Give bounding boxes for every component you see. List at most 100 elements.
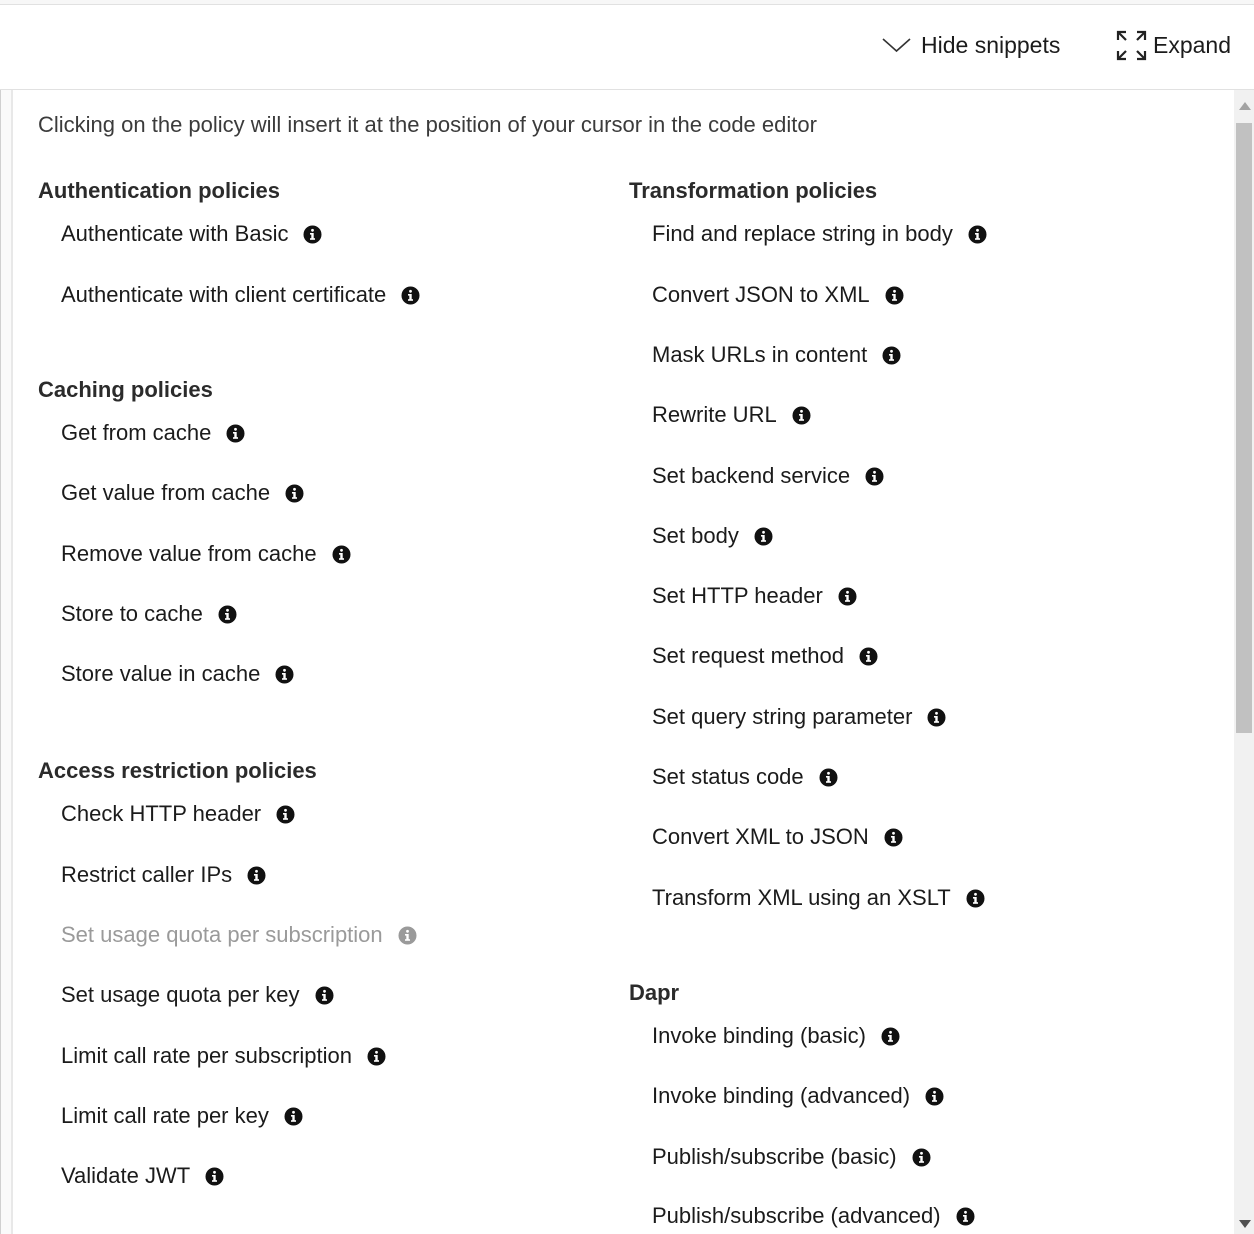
snippet-label: Remove value from cache: [61, 541, 317, 566]
info-icon[interactable]: [956, 1207, 975, 1226]
snippet-item[interactable]: Set backend service: [652, 460, 884, 492]
info-icon[interactable]: [754, 527, 773, 546]
info-icon[interactable]: [927, 708, 946, 727]
snippets-intro-text: Clicking on the policy will insert it at…: [38, 112, 817, 137]
snippet-item[interactable]: Set query string parameter: [652, 701, 946, 733]
info-icon[interactable]: [966, 889, 985, 908]
snippet-label: Set HTTP header: [652, 583, 823, 608]
info-icon[interactable]: [859, 647, 878, 666]
snippet-item[interactable]: Publish/subscribe (advanced): [652, 1200, 975, 1232]
snippet-label: Set status code: [652, 764, 804, 789]
scrollbar-thumb[interactable]: [1236, 123, 1252, 733]
snippet-label: Set query string parameter: [652, 704, 913, 729]
info-icon[interactable]: [285, 484, 304, 503]
snippet-item[interactable]: Rewrite URL: [652, 399, 811, 431]
snippet-item-disabled: Set usage quota per subscription: [61, 919, 417, 951]
info-icon[interactable]: [925, 1087, 944, 1106]
snippet-item[interactable]: Authenticate with Basic: [61, 218, 322, 250]
snippet-item[interactable]: Set body: [652, 520, 773, 552]
vertical-scrollbar[interactable]: [1234, 90, 1254, 1234]
hide-snippets-button[interactable]: Hide snippets: [882, 27, 1060, 63]
info-icon[interactable]: [881, 1027, 900, 1046]
snippet-item[interactable]: Convert JSON to XML: [652, 279, 904, 311]
section-title: Access restriction policies: [38, 758, 317, 783]
snippet-item[interactable]: Store to cache: [61, 598, 237, 630]
info-icon[interactable]: [205, 1167, 224, 1186]
info-icon[interactable]: [865, 467, 884, 486]
snippet-label: Rewrite URL: [652, 402, 777, 427]
info-icon[interactable]: [276, 805, 295, 824]
section-authentication: Authentication policies Authenticate wit…: [38, 176, 420, 307]
snippet-item[interactable]: Find and replace string in body: [652, 218, 987, 250]
section-caching: Caching policies Get from cache Get valu…: [38, 375, 351, 686]
info-icon[interactable]: [884, 828, 903, 847]
expand-button[interactable]: Expand: [1116, 27, 1231, 63]
scroll-up-arrow-icon[interactable]: [1239, 102, 1251, 110]
snippet-item[interactable]: Limit call rate per subscription: [61, 1040, 386, 1072]
snippet-item[interactable]: Set status code: [652, 761, 838, 793]
snippet-label: Validate JWT: [61, 1163, 191, 1188]
snippet-item[interactable]: Store value in cache: [61, 658, 294, 690]
snippet-item[interactable]: Remove value from cache: [61, 538, 351, 570]
chevron-down-icon: [882, 38, 911, 53]
snippet-label: Convert JSON to XML: [652, 282, 870, 307]
info-icon[interactable]: [968, 225, 987, 244]
snippet-item[interactable]: Get value from cache: [61, 477, 304, 509]
snippet-label: Transform XML using an XSLT: [652, 885, 951, 910]
info-icon[interactable]: [912, 1148, 931, 1167]
snippets-panel: Clicking on the policy will insert it at…: [12, 90, 1234, 1234]
section-title: Dapr: [629, 980, 680, 1005]
info-icon[interactable]: [247, 866, 266, 885]
snippet-item[interactable]: Set usage quota per key: [61, 979, 334, 1011]
snippet-item[interactable]: Invoke binding (advanced): [652, 1080, 944, 1112]
snippet-item[interactable]: Invoke binding (basic): [652, 1020, 900, 1052]
snippet-label: Limit call rate per subscription: [61, 1043, 353, 1068]
snippet-label: Get value from cache: [61, 480, 271, 505]
section-access-restriction: Access restriction policies Check HTTP h…: [38, 756, 417, 1188]
snippet-label: Check HTTP header: [61, 801, 262, 826]
snippet-item[interactable]: Restrict caller IPs: [61, 859, 266, 891]
info-icon[interactable]: [303, 225, 322, 244]
info-icon[interactable]: [882, 346, 901, 365]
expand-label: Expand: [1153, 31, 1232, 58]
info-icon[interactable]: [332, 545, 351, 564]
snippet-label: Mask URLs in content: [652, 342, 868, 367]
snippet-item[interactable]: Publish/subscribe (basic): [652, 1141, 931, 1173]
snippet-label: Restrict caller IPs: [61, 862, 233, 887]
snippet-label: Set usage quota per subscription: [61, 922, 383, 947]
snippet-item[interactable]: Validate JWT: [61, 1160, 224, 1192]
info-icon[interactable]: [315, 986, 334, 1005]
snippet-item[interactable]: Limit call rate per key: [61, 1100, 303, 1132]
info-icon[interactable]: [284, 1107, 303, 1126]
snippet-item[interactable]: Authenticate with client certificate: [61, 279, 420, 311]
info-icon[interactable]: [792, 406, 811, 425]
info-icon[interactable]: [226, 424, 245, 443]
snippet-item[interactable]: Check HTTP header: [61, 798, 295, 830]
snippet-item[interactable]: Transform XML using an XSLT: [652, 882, 985, 914]
info-icon[interactable]: [398, 926, 417, 945]
snippet-label: Convert XML to JSON: [652, 824, 869, 849]
snippet-label: Store to cache: [61, 601, 203, 626]
snippet-item[interactable]: Set request method: [652, 640, 878, 672]
snippet-item[interactable]: Set HTTP header: [652, 580, 857, 612]
snippet-item[interactable]: Mask URLs in content: [652, 339, 901, 371]
snippet-item[interactable]: Get from cache: [61, 417, 245, 449]
info-icon[interactable]: [401, 286, 420, 305]
snippet-label: Set body: [652, 523, 739, 548]
snippet-item[interactable]: Convert XML to JSON: [652, 821, 903, 853]
section-title: Caching policies: [38, 377, 213, 402]
info-icon[interactable]: [275, 665, 294, 684]
section-dapr: Dapr Invoke binding (basic) Invoke bindi…: [629, 978, 975, 1228]
section-title: Transformation policies: [629, 178, 878, 203]
info-icon[interactable]: [367, 1047, 386, 1066]
snippets-toolbar: Hide snippets Expand: [0, 5, 1254, 90]
snippet-label: Publish/subscribe (advanced): [652, 1203, 941, 1228]
section-title: Authentication policies: [38, 178, 281, 203]
snippet-label: Set request method: [652, 643, 845, 668]
scroll-down-arrow-icon[interactable]: [1239, 1220, 1251, 1228]
snippet-label: Find and replace string in body: [652, 221, 953, 246]
info-icon[interactable]: [218, 605, 237, 624]
info-icon[interactable]: [838, 587, 857, 606]
info-icon[interactable]: [819, 768, 838, 787]
info-icon[interactable]: [885, 286, 904, 305]
